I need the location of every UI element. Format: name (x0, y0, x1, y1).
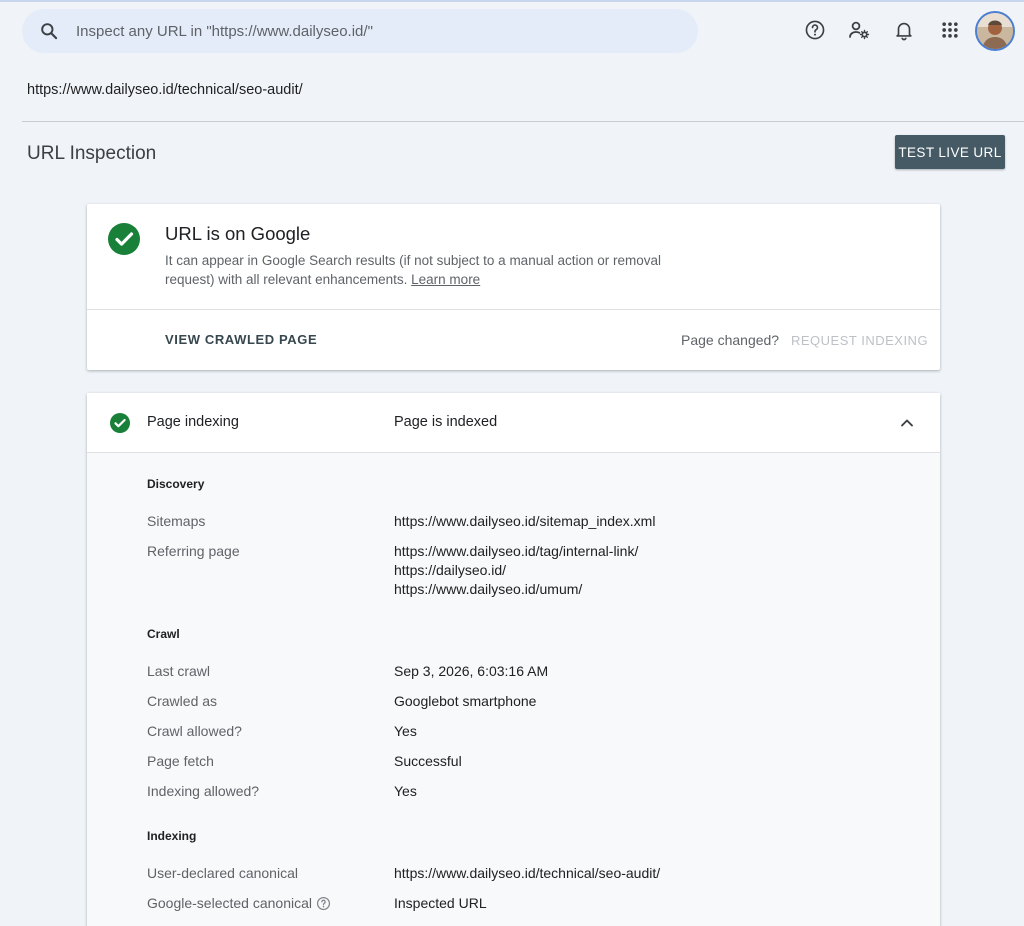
indexing-section-title: Indexing (147, 829, 197, 843)
search-input[interactable] (76, 22, 636, 40)
crawl-allowed-label: Crawl allowed? (147, 723, 242, 739)
avatar[interactable] (975, 11, 1015, 51)
apps-grid-icon[interactable] (936, 16, 964, 44)
referring-page-label: Referring page (147, 543, 240, 559)
crawled-as-label: Crawled as (147, 693, 218, 709)
status-card: URL is on Google It can appear in Google… (87, 204, 940, 370)
sitemaps-value: https://www.dailyseo.id/sitemap_index.xm… (394, 513, 656, 529)
google-selected-canonical-value: Inspected URL (394, 895, 487, 911)
status-description: It can appear in Google Search results (… (165, 251, 705, 289)
page-fetch-label: Page fetch (147, 753, 214, 769)
status-summary: URL is on Google It can appear in Google… (87, 204, 940, 310)
page-indexing-status: Page is indexed (394, 414, 498, 430)
indexing-allowed-value: Yes (394, 783, 417, 799)
view-crawled-page-button[interactable]: VIEW CRAWLED PAGE (165, 332, 317, 347)
referring-page-list: https://www.dailyseo.id/tag/internal-lin… (394, 542, 638, 599)
google-selected-canonical-row: Google-selected canonical (147, 895, 331, 914)
manage-users-icon[interactable] (845, 16, 873, 44)
header-divider (22, 121, 1024, 122)
sitemaps-label: Sitemaps (147, 513, 206, 529)
crawl-section-title: Crawl (147, 627, 180, 641)
page-indexing-card: Page indexing Page is indexed Discovery … (87, 393, 940, 926)
notifications-icon[interactable] (890, 16, 918, 44)
page-changed-label: Page changed? (681, 332, 780, 348)
google-selected-canonical-label: Google-selected canonical (147, 895, 312, 911)
crawled-as-value: Googlebot smartphone (394, 693, 537, 709)
page-indexing-label: Page indexing (147, 414, 239, 430)
last-crawl-value: Sep 3, 2026, 6:03:16 AM (394, 663, 549, 679)
indexing-allowed-label: Indexing allowed? (147, 783, 260, 799)
page-fetch-value: Successful (394, 753, 462, 769)
user-declared-canonical-value: https://www.dailyseo.id/technical/seo-au… (394, 865, 661, 881)
user-declared-canonical-label: User-declared canonical (147, 865, 298, 881)
url-inspect-search[interactable] (22, 9, 698, 53)
referring-page-url: https://www.dailyseo.id/tag/internal-lin… (394, 543, 639, 559)
status-title: URL is on Google (165, 223, 311, 244)
page-indexing-header[interactable]: Page indexing Page is indexed (87, 393, 940, 453)
chevron-up-icon[interactable] (897, 413, 917, 433)
page-title: URL Inspection (27, 143, 157, 164)
test-live-url-button[interactable]: TEST LIVE URL (895, 135, 1005, 169)
crawl-allowed-value: Yes (394, 723, 417, 739)
check-circle-icon (110, 413, 130, 433)
inspected-url: https://www.dailyseo.id/technical/seo-au… (27, 82, 303, 98)
referring-page-url: https://www.dailyseo.id/umum/ (394, 581, 583, 597)
window-top-border (0, 0, 1024, 2)
discovery-section-title: Discovery (147, 477, 205, 491)
help-icon[interactable] (316, 896, 331, 914)
learn-more-link[interactable]: Learn more (411, 272, 480, 287)
referring-page-url: https://dailyseo.id/ (394, 562, 507, 578)
search-icon (38, 20, 60, 42)
last-crawl-label: Last crawl (147, 663, 211, 679)
help-icon[interactable] (801, 16, 829, 44)
check-circle-icon (108, 223, 140, 255)
request-indexing-button[interactable]: REQUEST INDEXING (791, 333, 928, 348)
